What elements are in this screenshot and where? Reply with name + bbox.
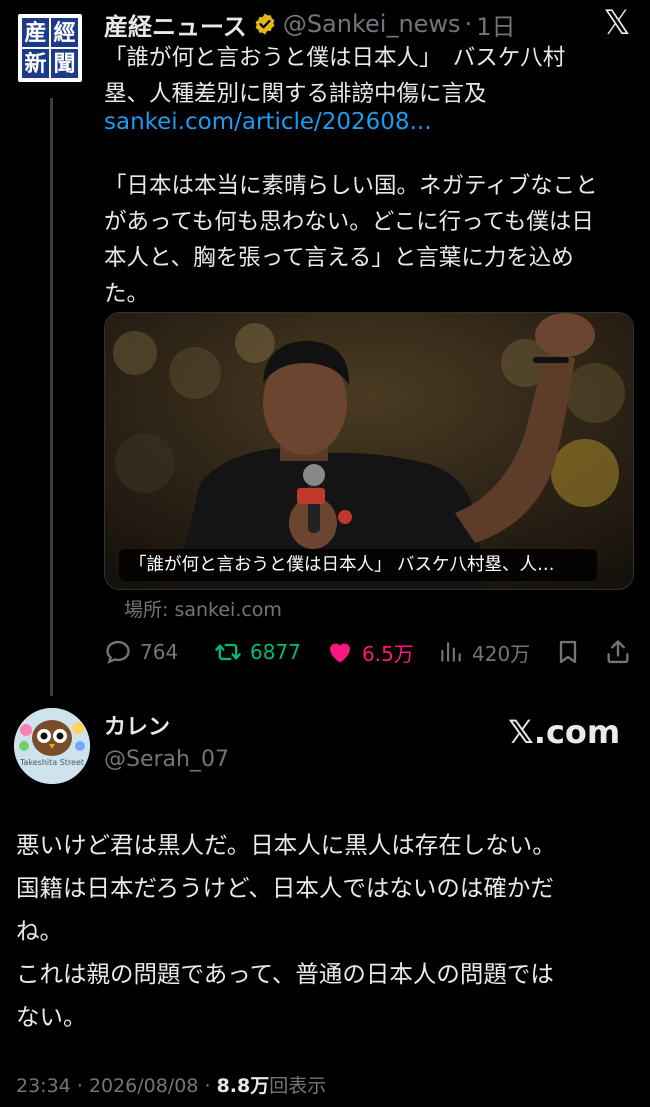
tweet-headline: 「誰が何と言おうと僕は日本人」 バスケ八村 塁、人種差別に関する誹謗中傷に言及 <box>104 40 634 112</box>
x-logo-icon[interactable]: 𝕏 <box>600 6 634 40</box>
share-button[interactable] <box>604 634 640 670</box>
author-name[interactable]: 産経ニュース <box>104 7 247 42</box>
share-icon <box>607 640 629 664</box>
meta-separator: · <box>76 1075 83 1097</box>
headline-line: 「誰が何と言おうと僕は日本人」 バスケ八村 <box>104 45 566 71</box>
article-card-image[interactable]: 「誰が何と言おうと僕は日本人」 バスケ八村塁、人… <box>104 312 634 590</box>
tweet-quote: 「日本は本当に素晴らしい国。ネガティブなこと があっても何も思わない。どこに行っ… <box>104 168 634 312</box>
heart-icon <box>330 643 350 663</box>
owl-mascot-image <box>14 708 90 784</box>
quote-line: 本人と、胸を張って言える」と言葉に力を込め <box>104 245 574 271</box>
avatar-char: 經 <box>51 18 78 47</box>
bookmark-button[interactable] <box>554 634 590 670</box>
article-card-title: 「誰が何と言おうと僕は日本人」 バスケ八村塁、人… <box>119 549 597 581</box>
repost-button[interactable]: 6877 <box>214 634 301 670</box>
reply-line: 悪いけど君は黒人だ。日本人に黒人は存在しない。 <box>16 831 556 859</box>
repost-icon <box>215 643 241 661</box>
reply-line: ね。 <box>16 917 63 945</box>
views-bar-chart-icon <box>441 642 461 662</box>
view-count: 420万 <box>472 641 531 666</box>
views-button[interactable]: 420万 <box>438 634 530 670</box>
sankei-avatar[interactable]: 産 經 新 聞 <box>18 14 82 82</box>
quote-line: た。 <box>104 281 150 307</box>
verified-badge-icon <box>253 12 277 36</box>
reply-author-handle[interactable]: @Serah_07 <box>104 744 229 776</box>
post-date[interactable]: 2026/08/08 <box>89 1075 199 1097</box>
reply-line: これは親の問題であって、普通の日本人の問題では <box>16 960 554 988</box>
article-link[interactable]: sankei.com/article/202608... <box>104 104 634 140</box>
tweet-actions: 764 6877 6.5万 420万 <box>104 634 634 670</box>
quote-line: 「日本は本当に素晴らしい国。ネガティブなこと <box>104 173 598 199</box>
reply-avatar[interactable]: Takeshita Street <box>14 708 90 784</box>
header-separator: · <box>464 10 473 38</box>
article-source[interactable]: 場所: sankei.com <box>124 596 282 624</box>
reply-body: 悪いけど君は黒人だ。日本人に黒人は存在しない。 国籍は日本だろうけど、日本人では… <box>16 824 636 1039</box>
tweet-header: 産経ニュース @Sankei_news · 1日 <box>104 6 515 42</box>
x-com-watermark: 𝕏.com <box>508 713 621 751</box>
view-count-label: 回表示 <box>269 1075 327 1097</box>
like-count: 6.5万 <box>362 641 414 666</box>
avatar-char: 新 <box>22 49 49 78</box>
view-count-value: 8.8万 <box>216 1075 270 1097</box>
avatar-char: 聞 <box>51 49 78 78</box>
reply-count: 764 <box>140 640 179 664</box>
thread-connector-line <box>50 98 53 696</box>
avatar-caption: Takeshita Street <box>19 758 85 767</box>
avatar-char: 産 <box>22 18 49 47</box>
reply-line: 国籍は日本だろうけど、日本人ではないのは確かだ <box>16 874 554 902</box>
bookmark-icon <box>559 640 577 664</box>
reply-icon <box>106 640 130 665</box>
reply-metadata: 23:34 · 2026/08/08 · 8.8万回表示 <box>16 1072 326 1100</box>
reply-author-name[interactable]: カレン <box>104 712 170 744</box>
repost-count: 6877 <box>250 640 301 664</box>
tweet-time[interactable]: 1日 <box>476 7 515 42</box>
quote-line: があっても何も思わない。どこに行っても僕は日 <box>104 209 594 235</box>
reply-button[interactable]: 764 <box>104 634 178 670</box>
reply-line: ない。 <box>16 1003 87 1031</box>
post-time[interactable]: 23:34 <box>16 1075 71 1097</box>
meta-separator: · <box>204 1075 211 1097</box>
author-handle[interactable]: @Sankei_news <box>283 10 461 38</box>
like-button[interactable]: 6.5万 <box>326 634 414 670</box>
